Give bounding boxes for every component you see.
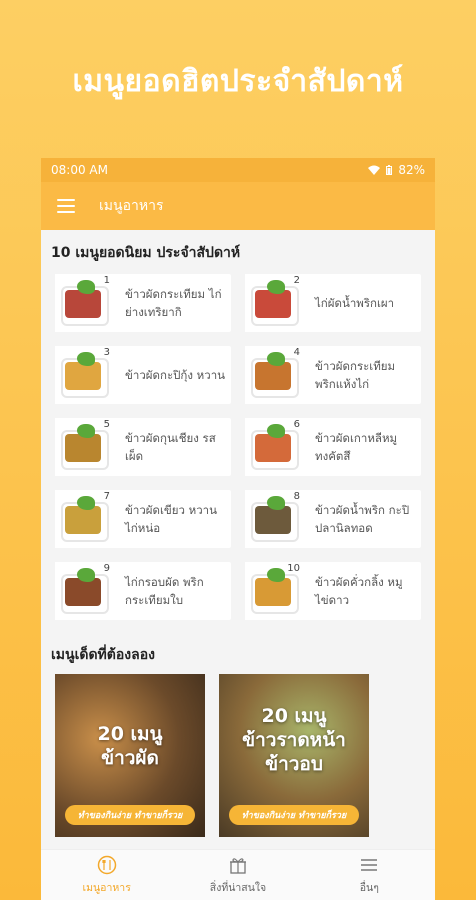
recommended-section-title: เมนูเด็ดที่ต้องลอง [51, 647, 155, 663]
menu-item-label: ข้าวผัดน้ำพริก กะปิปลานิลทอด [315, 503, 410, 535]
banner-fried-rice[interactable]: 20 เมนู ข้าวผัด ทำของกินง่าย ทำขายก็รวย [55, 674, 205, 837]
nav-item-food-menu[interactable]: เมนูอาหาร [41, 850, 172, 900]
menu-item-card[interactable]: 7 ข้าวผัดเขียว หวานไก่หน่อ [55, 490, 231, 548]
menu-item-label: ข้าวผัดคั่วกลิ้ง หมูไข่ดาว [315, 575, 403, 607]
menu-item-card[interactable]: 5 ข้าวผัดกุนเชียง รสเผ็ด [55, 418, 231, 476]
menu-item-card[interactable]: 3 ข้าวผัดกะปิกุ้ง หวาน [55, 346, 231, 404]
menu-item-label: ข้าวผัดเขียว หวานไก่หน่อ [125, 503, 217, 535]
food-thumbnail: 2 [245, 274, 303, 332]
banner-tagline: ทำของกินง่าย ทำขายก็รวย [229, 805, 359, 825]
battery-level: 82% [398, 163, 425, 177]
banner-headline: ข้าวอบ [265, 753, 323, 775]
hamburger-menu-icon[interactable] [57, 199, 75, 213]
food-thumbnail: 7 [55, 490, 113, 548]
nav-item-more[interactable]: อื่นๆ [304, 850, 435, 900]
rank-number: 3 [103, 347, 110, 358]
gift-icon [229, 857, 246, 874]
food-thumbnail: 8 [245, 490, 303, 548]
menu-item-label: ข้าวผัดกะปิกุ้ง หวาน [125, 368, 226, 382]
menu-item-label: ข้าวผัดกุนเชียง รสเผ็ด [125, 431, 216, 463]
rank-number: 10 [287, 563, 300, 574]
menu-item-card[interactable]: 1 ข้าวผัดกระเทียม ไก่ย่างเทริยากิ [55, 274, 231, 332]
food-icon [97, 855, 116, 874]
menu-item-label: ไก่กรอบผัด พริกกระเทียมใบ [125, 575, 204, 607]
food-thumbnail: 1 [55, 274, 113, 332]
rank-number: 9 [103, 563, 110, 574]
rank-number: 2 [293, 275, 300, 286]
wifi-icon [368, 165, 381, 175]
banner-rice-topping[interactable]: 20 เมนู ข้าวราดหน้า ข้าวอบ ทำของกินง่าย … [219, 674, 369, 837]
menu-item-label: ข้าวผัดเกาหลีหมู ทงคัตสึ [315, 431, 398, 463]
menu-item-label: ไก่ผัดน้ำพริกเผา [315, 296, 395, 310]
banner-tagline: ทำของกินง่าย ทำขายก็รวย [65, 805, 195, 825]
nav-label: อื่นๆ [359, 881, 379, 894]
rank-number: 8 [293, 491, 300, 502]
rank-number: 6 [293, 419, 300, 430]
phone-screen: 08:00 AM 82% เมนูอาหาร 10 เมนูยอดนิยม ปร… [41, 158, 435, 900]
food-thumbnail: 10 [245, 562, 303, 620]
top-menu-grid: 1 ข้าวผัดกระเทียม ไก่ย่างเทริยากิ 2 ไก่ผัดน… [41, 270, 435, 620]
menu-item-card[interactable]: 10 ข้าวผัดคั่วกลิ้ง หมูไข่ดาว [245, 562, 421, 620]
menu-item-card[interactable]: 4 ข้าวผัดกระเทียม พริกแห้งไก่ [245, 346, 421, 404]
nav-label: เมนูอาหาร [82, 881, 131, 894]
food-thumbnail: 6 [245, 418, 303, 476]
status-time: 08:00 AM [51, 163, 108, 177]
rank-number: 1 [103, 275, 110, 286]
menu-item-label: ข้าวผัดกระเทียม ไก่ย่างเทริยากิ [125, 287, 222, 319]
promo-title: เมนูยอดฮิตประจำสัปดาห์ [72, 64, 404, 99]
app-bar-title: เมนูอาหาร [99, 198, 164, 214]
status-bar: 08:00 AM 82% [41, 158, 435, 182]
app-bar: เมนูอาหาร [41, 182, 435, 230]
bottom-navigation: เมนูอาหาร สิ่งที่น่าสนใจ อื่นๆ [41, 849, 435, 900]
menu-item-card[interactable]: 6 ข้าวผัดเกาหลีหมู ทงคัตสึ [245, 418, 421, 476]
menu-icon [361, 858, 378, 871]
nav-label: สิ่งที่น่าสนใจ [209, 881, 267, 894]
rank-number: 5 [103, 419, 110, 430]
rank-number: 4 [293, 347, 300, 358]
menu-item-card[interactable]: 8 ข้าวผัดน้ำพริก กะปิปลานิลทอด [245, 490, 421, 548]
banner-headline: 20 เมนู [97, 723, 163, 745]
food-thumbnail: 4 [245, 346, 303, 404]
menu-item-card[interactable]: 2 ไก่ผัดน้ำพริกเผา [245, 274, 421, 332]
banner-headline: 20 เมนู [261, 705, 327, 727]
nav-item-interesting[interactable]: สิ่งที่น่าสนใจ [172, 850, 303, 900]
rank-number: 7 [103, 491, 110, 502]
menu-item-label: ข้าวผัดกระเทียม พริกแห้งไก่ [315, 359, 396, 391]
food-thumbnail: 5 [55, 418, 113, 476]
menu-item-card[interactable]: 9 ไก่กรอบผัด พริกกระเทียมใบ [55, 562, 231, 620]
food-thumbnail: 9 [55, 562, 113, 620]
food-thumbnail: 3 [55, 346, 113, 404]
battery-icon [386, 165, 393, 175]
banner-headline: ข้าวผัด [101, 747, 159, 769]
top-menu-section-title: 10 เมนูยอดนิยม ประจำสัปดาห์ [51, 245, 241, 261]
banner-headline: ข้าวราดหน้า [242, 729, 346, 751]
banner-row: 20 เมนู ข้าวผัด ทำของกินง่าย ทำขายก็รวย … [41, 674, 435, 837]
